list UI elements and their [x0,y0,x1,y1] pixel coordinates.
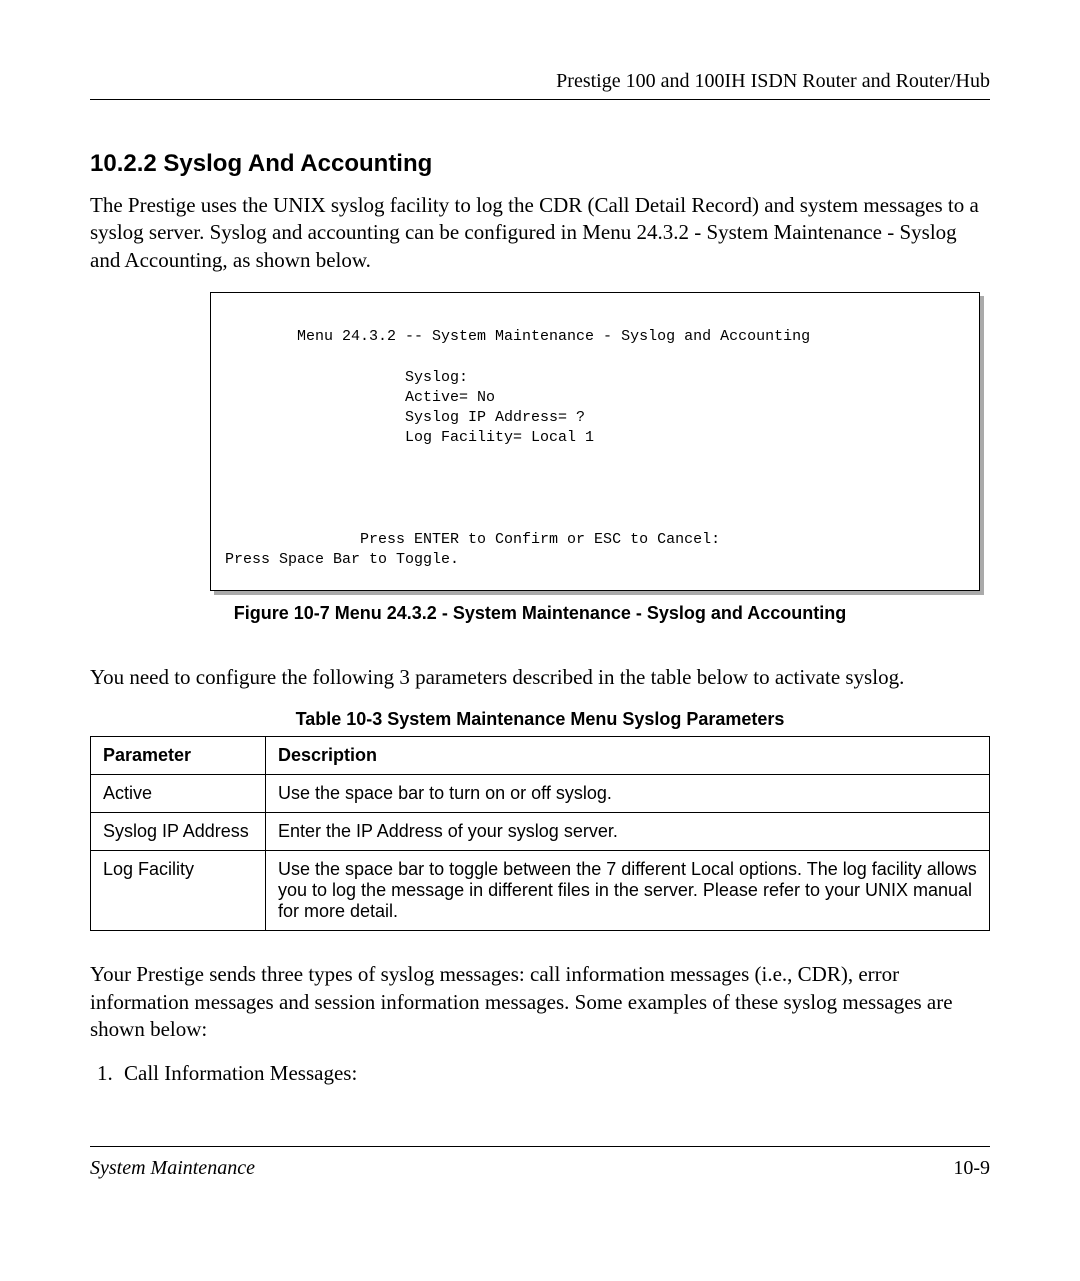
post-figure-paragraph: You need to configure the following 3 pa… [90,664,990,691]
figure-caption: Figure 10-7 Menu 24.3.2 - System Mainten… [90,603,990,624]
table-cell-desc: Use the space bar to turn on or off sysl… [266,775,990,813]
terminal-screenshot: Menu 24.3.2 -- System Maintenance - Sysl… [210,292,980,591]
terminal-box: Menu 24.3.2 -- System Maintenance - Sysl… [210,292,980,591]
table-cell-param: Active [91,775,266,813]
section-number: 10.2.2 [90,150,157,177]
terminal-title-line: Menu 24.3.2 -- System Maintenance - Sysl… [225,328,810,345]
table-row: Active Use the space bar to turn on or o… [91,775,990,813]
terminal-body-line: Syslog IP Address= ? [225,409,585,426]
table-cell-param: Log Facility [91,851,266,931]
table-header-parameter: Parameter [91,737,266,775]
footer-right: 10-9 [953,1157,990,1180]
page-footer: System Maintenance 10-9 [90,1146,990,1180]
terminal-toggle-line: Press Space Bar to Toggle. [225,551,459,568]
table-cell-param: Syslog IP Address [91,813,266,851]
intro-paragraph: The Prestige uses the UNIX syslog facili… [90,192,990,274]
parameter-table: Parameter Description Active Use the spa… [90,736,990,931]
terminal-prompt-line: Press ENTER to Confirm or ESC to Cancel: [225,531,720,548]
section-title: Syslog And Accounting [163,150,432,177]
terminal-body-line: Log Facility= Local 1 [225,429,594,446]
table-header-row: Parameter Description [91,737,990,775]
document-header: Prestige 100 and 100IH ISDN Router and R… [90,70,990,100]
table-cell-desc: Use the space bar to toggle between the … [266,851,990,931]
numbered-list: Call Information Messages: [90,1061,990,1086]
table-header-description: Description [266,737,990,775]
post-table-paragraph: Your Prestige sends three types of syslo… [90,961,990,1043]
table-row: Syslog IP Address Enter the IP Address o… [91,813,990,851]
section-heading: 10.2.2 Syslog And Accounting [90,150,990,178]
page: Prestige 100 and 100IH ISDN Router and R… [0,0,1080,1220]
table-cell-desc: Enter the IP Address of your syslog serv… [266,813,990,851]
terminal-body-line: Active= No [225,389,495,406]
list-item: Call Information Messages: [118,1061,990,1086]
table-row: Log Facility Use the space bar to toggle… [91,851,990,931]
terminal-body-line: Syslog: [225,369,468,386]
header-title: Prestige 100 and 100IH ISDN Router and R… [556,70,990,92]
footer-left: System Maintenance [90,1157,255,1180]
table-caption: Table 10-3 System Maintenance Menu Syslo… [90,709,990,730]
